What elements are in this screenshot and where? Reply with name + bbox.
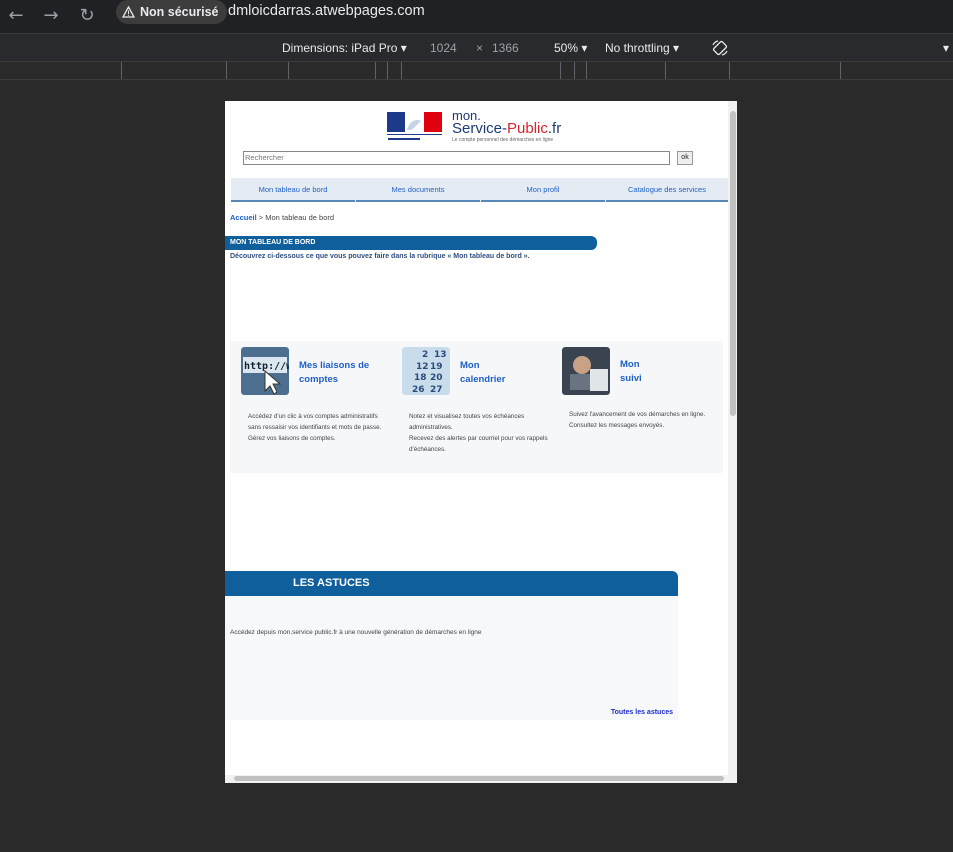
svg-text:19: 19 [430, 362, 443, 372]
card-text-2: Recevez des alertes par courriel pour vo… [409, 435, 548, 453]
card-title-line2: suivi [620, 373, 642, 384]
zoom-label: 50% [554, 41, 579, 55]
width-input[interactable]: 1024 [430, 41, 457, 55]
svg-text:27: 27 [430, 385, 443, 395]
card-text-2: Gérez vos liaisons de comptes. [248, 435, 336, 442]
svg-text:12: 12 [416, 362, 429, 372]
address-bar-url[interactable]: dmloicdarras.atwebpages.com [228, 3, 425, 19]
card-description: Accédez d'un clic à vos comptes administ… [248, 411, 388, 444]
card-text-1: Accédez d'un clic à vos comptes administ… [248, 413, 382, 431]
site-logo[interactable]: mon. Service-Public.fr Le compte personn… [387, 108, 572, 146]
horizontal-scrollbar[interactable] [225, 775, 737, 783]
logo-line2: Service-Public.fr [452, 120, 561, 137]
times-sign: × [476, 41, 484, 55]
logo-public: Public [507, 120, 548, 137]
logo-tagline: Le compte personnel des démarches en lig… [452, 137, 554, 143]
logo-fr: .fr [547, 120, 562, 137]
card-text-2: Consultez les messages envoyés. [569, 422, 665, 429]
more-options-icon[interactable]: ▾ [943, 41, 949, 55]
tab-tableau-de-bord[interactable]: Mon tableau de bord [231, 178, 355, 202]
card-title-line2: comptes [299, 374, 339, 385]
card-calendrier[interactable]: 2 13 12 19 18 20 26 27 Mon calendrier Notez e… [397, 347, 557, 467]
calendar-icon: 2 13 12 19 18 20 26 27 [402, 347, 450, 395]
vertical-scroll-thumb[interactable] [730, 111, 736, 416]
security-label: Non sécurisé [140, 5, 219, 19]
card-title[interactable]: Mon calendrier [460, 359, 540, 387]
media-query-ruler [0, 61, 953, 80]
card-title-line2: calendrier [460, 374, 506, 385]
dimensions-label: Dimensions: iPad Pro [282, 41, 398, 55]
card-suivi[interactable]: Mon suivi Suivez l'avancement de vos déma… [557, 347, 717, 467]
horizontal-scroll-thumb[interactable] [234, 776, 724, 781]
breadcrumb-home-link[interactable]: Accueil [230, 213, 257, 222]
browser-toolbar: ← → ↻ Non sécurisé dmloicdarras.atwebpag… [0, 0, 953, 33]
device-viewport: mon. Service-Public.fr Le compte personn… [225, 101, 737, 783]
breadcrumb-separator: > [258, 213, 264, 222]
tab-profil[interactable]: Mon profil [481, 178, 605, 202]
svg-text:18: 18 [414, 373, 427, 383]
logo-service: Service- [452, 120, 508, 137]
card-title-line1: Mon [460, 360, 480, 371]
card-text-1: Notez et visualisez toutes vos échéances… [409, 413, 525, 431]
card-liaisons[interactable]: http://ww Mes liaisons de comptes Accédez… [236, 347, 396, 467]
reload-icon[interactable]: ↻ [76, 5, 98, 27]
warning-icon [122, 6, 135, 18]
search-submit-button[interactable]: ok [677, 151, 693, 165]
astuces-panel: Accédez depuis mon.service public.fr à u… [225, 596, 678, 720]
device-toolbar: Dimensions: iPad Pro ▾ 1024 × 1366 50% ▾… [0, 33, 953, 61]
astuces-text: Accédez depuis mon.service public.fr à u… [230, 629, 482, 636]
main-nav-tabs: Mon tableau de bord Mes documents Mon pr… [231, 178, 728, 202]
card-title-line1: Mes liaisons de [299, 360, 370, 371]
dimensions-dropdown[interactable]: Dimensions: iPad Pro ▾ [282, 41, 407, 55]
astuces-title: LES ASTUCES [225, 571, 678, 596]
search-input[interactable]: Rechercher [243, 151, 670, 165]
throttling-dropdown[interactable]: No throttling ▾ [605, 41, 679, 55]
tracking-photo-icon [562, 347, 610, 395]
rotate-icon[interactable] [711, 39, 729, 60]
back-icon[interactable]: ← [5, 5, 27, 27]
card-title-line1: Mon [620, 359, 640, 370]
tab-catalogue[interactable]: Catalogue des services [606, 178, 728, 202]
card-description: Notez et visualisez toutes vos échéances… [409, 411, 549, 455]
intro-text: Découvrez ci-dessous ce que vous pouvez … [230, 253, 530, 260]
card-description: Suivez l'avancement de vos démarches en … [569, 409, 709, 431]
svg-text:26: 26 [412, 385, 425, 395]
svg-text:2: 2 [422, 350, 428, 360]
svg-text:20: 20 [430, 373, 443, 383]
svg-text:13: 13 [434, 350, 447, 360]
http-link-icon: http://ww [241, 347, 289, 395]
marianne-logo-icon [387, 112, 442, 140]
card-text-1: Suivez l'avancement de vos démarches en … [569, 411, 706, 418]
height-input[interactable]: 1366 [492, 41, 519, 55]
forward-icon[interactable]: → [40, 5, 62, 27]
card-title[interactable]: Mes liaisons de comptes [299, 359, 379, 387]
vertical-scrollbar[interactable] [728, 101, 737, 775]
section-title: MON TABLEAU DE BORD [225, 236, 597, 250]
tab-documents[interactable]: Mes documents [356, 178, 480, 202]
throttling-label: No throttling [605, 41, 670, 55]
feature-cards: http://ww Mes liaisons de comptes Accédez… [230, 341, 723, 473]
zoom-dropdown[interactable]: 50% ▾ [554, 41, 587, 55]
breadcrumb-current: Mon tableau de bord [265, 213, 335, 222]
security-indicator[interactable]: Non sécurisé [116, 0, 227, 24]
breadcrumb: Accueil > Mon tableau de bord [230, 213, 334, 222]
svg-text:http://ww: http://ww [244, 361, 289, 372]
card-title[interactable]: Mon suivi [620, 358, 700, 386]
all-astuces-link[interactable]: Toutes les astuces [611, 709, 673, 716]
